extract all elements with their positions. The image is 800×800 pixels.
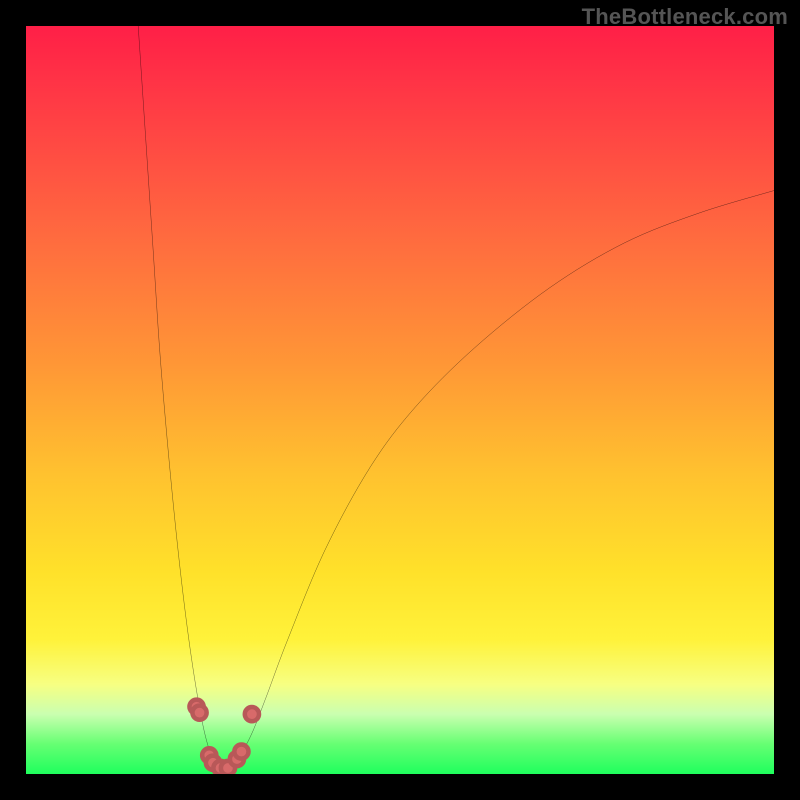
watermark-text: TheBottleneck.com: [582, 4, 788, 30]
trough-dot: [192, 706, 206, 720]
trough-markers: [189, 700, 259, 774]
trough-dot: [234, 744, 248, 758]
plot-area: [26, 26, 774, 774]
bottleneck-curve: [138, 26, 774, 771]
curve-layer: [26, 26, 774, 774]
chart-frame: TheBottleneck.com: [0, 0, 800, 800]
trough-dot: [245, 707, 259, 721]
